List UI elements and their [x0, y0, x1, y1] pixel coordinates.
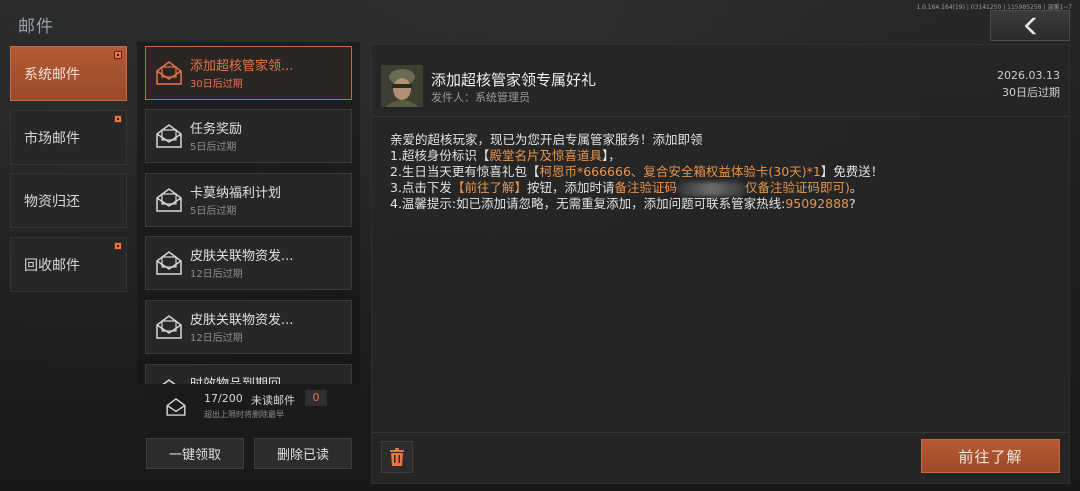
body-text: 】，: [601, 148, 621, 163]
category-system-mail[interactable]: 系统邮件: [10, 46, 127, 101]
mail-title: 卡莫纳福利计划: [190, 186, 282, 201]
envelope-icon: [166, 398, 186, 416]
mail-title: 皮肤关联物资发...: [190, 313, 294, 328]
go-learn-more-button[interactable]: 前往了解: [921, 439, 1060, 473]
category-label: 回收邮件: [24, 257, 80, 274]
mail-title: 添加超核管家领...: [190, 59, 294, 74]
redacted-blur: [676, 181, 745, 196]
mail-item[interactable]: 皮肤关联物资发... 12日后过期: [145, 300, 352, 354]
mail-title: 皮肤关联物资发...: [190, 249, 294, 264]
unread-label: 未读邮件: [251, 394, 295, 407]
body-text: ?: [848, 196, 856, 211]
highlight-text: 备注验证码: [614, 180, 677, 195]
category-label: 系统邮件: [24, 66, 80, 83]
notification-dot-icon: [114, 51, 122, 59]
mail-item[interactable]: 添加超核管家领... 30日后过期: [145, 46, 352, 100]
divider: [372, 116, 1069, 117]
notification-dot-icon: [114, 242, 122, 250]
envelope-open-icon: [156, 61, 182, 85]
mail-sender: 发件人：系统管理员: [431, 91, 530, 104]
mail-detail-title: 添加超核管家领专属好礼: [431, 71, 597, 89]
mail-expire: 12日后过期: [190, 269, 243, 280]
body-text: 2.生日当天更有惊喜礼包【: [390, 164, 540, 179]
mail-list[interactable]: 添加超核管家领... 30日后过期 任务奖励 5日后过期 卡莫纳福利计划 5日后…: [137, 42, 360, 386]
highlight-text: 【前往了解】: [451, 180, 527, 195]
category-label: 物资归还: [24, 193, 80, 210]
body-line: 3.点击下发【前往了解】按钮，添加时请备注验证码 仅备注验证码即可)。: [390, 180, 1060, 196]
notification-dot-icon: [114, 115, 122, 123]
phone-number: 95092888: [785, 196, 849, 211]
body-text: 1.超核身份标识【: [390, 148, 490, 163]
body-line: 2.生日当天更有惊喜礼包【柯恩币*666666、复合安全箱权益体验卡(30天)*…: [390, 164, 1060, 180]
mail-expire: 30日后过期: [190, 79, 243, 90]
envelope-icon: [156, 315, 182, 339]
category-label: 市场邮件: [24, 130, 80, 147]
category-recycle-mail[interactable]: 回收邮件: [10, 237, 127, 292]
mail-item[interactable]: 皮肤关联物资发... 12日后过期: [145, 236, 352, 290]
mail-item[interactable]: 任务奖励 5日后过期: [145, 109, 352, 163]
mail-expire: 12日后过期: [190, 333, 243, 344]
limit-hint: 超出上限时将删除最早: [204, 410, 284, 419]
page-title: 邮件: [18, 17, 54, 37]
highlight-text: 仅备注验证码即可): [744, 180, 850, 195]
envelope-icon: [156, 188, 182, 212]
envelope-icon: [156, 251, 182, 275]
mail-detail: 添加超核管家领专属好礼 发件人：系统管理员 2026.03.13 30日后过期 …: [371, 44, 1070, 484]
divider: [372, 432, 1069, 433]
body-line: 1.超核身份标识【殿堂名片及惊喜道具】，: [390, 148, 1060, 164]
body-line: 亲爱的超核玩家，现已为您开启专属管家服务！添加即领: [390, 132, 703, 147]
mail-body: 亲爱的超核玩家，现已为您开启专属管家服务！添加即领 1.超核身份标识【殿堂名片及…: [390, 132, 1060, 212]
chevron-left-icon: [1024, 17, 1037, 34]
mail-item[interactable]: 时效物品到期回...: [145, 364, 352, 386]
envelope-icon: [156, 124, 182, 148]
delete-read-button[interactable]: 删除已读: [254, 438, 352, 469]
unread-count-badge: 0: [305, 390, 327, 406]
highlight-text: 殿堂名片及惊喜道具: [489, 148, 602, 163]
body-text: 3.点击下发: [390, 180, 452, 195]
mail-date: 2026.03.13: [997, 69, 1060, 82]
highlight-text: 柯恩币*666666、复合安全箱权益体验卡(30天)*1: [539, 164, 821, 179]
claim-all-button[interactable]: 一键领取: [146, 438, 244, 469]
mail-count: 17/200: [204, 392, 243, 405]
mail-expire: 5日后过期: [190, 206, 237, 217]
mail-counter: 17/200 未读邮件 0 超出上限时将删除最早: [137, 384, 360, 428]
top-bar: 邮件 1.0.164.164(19) | 03141250 | 11598525…: [0, 0, 1080, 42]
body-text: 。: [849, 180, 863, 195]
body-text: 】免费送！: [820, 164, 884, 179]
trash-icon: [390, 448, 404, 466]
category-market-mail[interactable]: 市场邮件: [10, 110, 127, 165]
body-line: 4.温馨提示:如已添加请忽略，无需重复添加，添加问题可联系管家热线:950928…: [390, 196, 1060, 212]
category-supply-return[interactable]: 物资归还: [10, 173, 127, 228]
body-text: 4.温馨提示:如已添加请忽略，无需重复添加，添加问题可联系管家热线:: [390, 196, 786, 211]
back-button[interactable]: [990, 10, 1070, 41]
body-text: 按钮，添加时请: [526, 180, 615, 195]
mail-title: 任务奖励: [190, 122, 243, 137]
mail-detail-expire: 30日后过期: [1002, 86, 1060, 99]
delete-mail-button[interactable]: [381, 441, 413, 473]
mail-item[interactable]: 卡莫纳福利计划 5日后过期: [145, 173, 352, 227]
mail-expire: 5日后过期: [190, 142, 237, 153]
sender-avatar: [381, 65, 423, 107]
